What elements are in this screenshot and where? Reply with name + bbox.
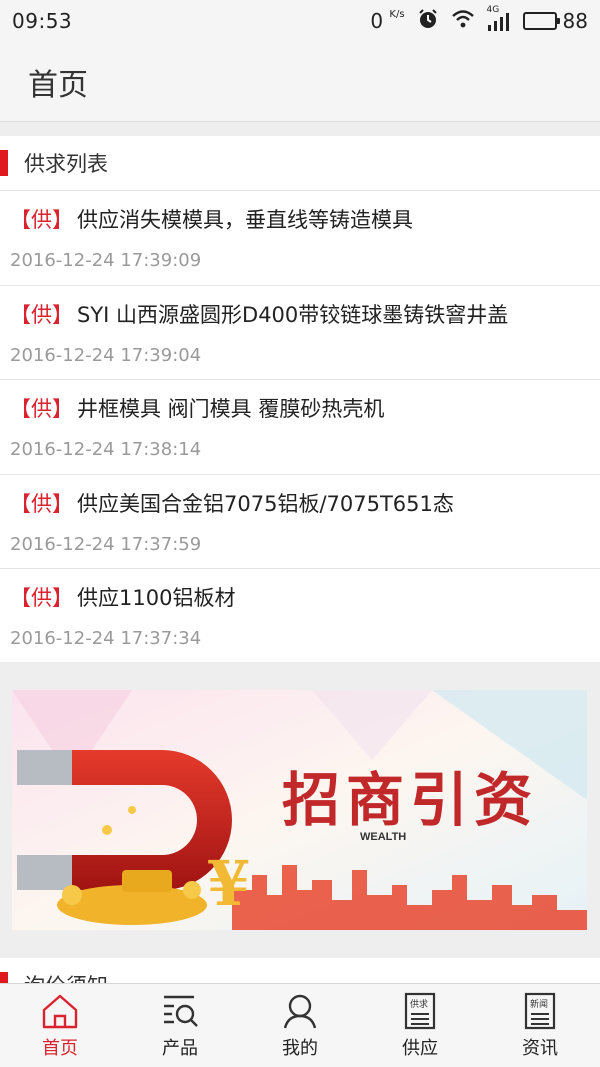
list-item-text: 供应美国合金铝7075铝板/7075T651态 xyxy=(77,491,454,516)
section-accent-bar xyxy=(0,150,8,176)
tab-news[interactable]: 新闻 资讯 xyxy=(480,984,600,1067)
battery-body xyxy=(522,12,560,30)
page-title: 首页 xyxy=(28,67,88,103)
supply-section-header: 供求列表 xyxy=(0,136,600,190)
product-search-icon xyxy=(160,992,200,1030)
list-item-title: 【供】 井框模具 阀门模具 覆膜砂热壳机 xyxy=(10,393,590,423)
user-icon xyxy=(280,992,320,1030)
tab-home[interactable]: 首页 xyxy=(0,984,120,1067)
tab-profile[interactable]: 我的 xyxy=(240,984,360,1067)
tab-products-label: 产品 xyxy=(162,1037,198,1059)
news-doc-icon: 新闻 xyxy=(523,992,557,1030)
supply-tag: 【供】 xyxy=(10,491,73,516)
status-bar: 09:53 0 K/s 4G 88 xyxy=(0,0,600,42)
tab-news-label: 资讯 xyxy=(522,1037,558,1059)
list-item-text: 供应1100铝板材 xyxy=(77,586,236,611)
bottom-tab-bar: 首页 产品 我的 供求 供应 新闻 资讯 xyxy=(0,983,600,1067)
list-item-text: 供应消失模模具，垂直线等铸造模具 xyxy=(77,208,413,233)
list-item-title: 【供】 SYI 山西源盛圆形D400带铰链球墨铸铁窨井盖 xyxy=(10,299,590,329)
battery-icon: 88 xyxy=(522,9,588,33)
list-item-time: 2016-12-24 17:39:04 xyxy=(10,344,202,366)
network-type: 4G xyxy=(486,5,500,15)
list-item[interactable]: 【供】 供应消失模模具，垂直线等铸造模具 2016-12-24 17:39:09 xyxy=(0,190,600,285)
list-item-title: 【供】 供应消失模模具，垂直线等铸造模具 xyxy=(10,204,590,234)
list-item-text: 井框模具 阀门模具 覆膜砂热壳机 xyxy=(77,397,385,422)
supply-doc-icon: 供求 xyxy=(403,992,437,1030)
banner-brand: WEALTH xyxy=(360,831,406,843)
list-item-title: 【供】 供应1100铝板材 xyxy=(10,582,590,612)
promo-banner[interactable]: ¥ 招商引资 WEALTH xyxy=(12,690,587,930)
supply-doc-icon-text: 供求 xyxy=(410,999,429,1010)
wifi-icon xyxy=(451,9,475,34)
currency-symbol: ¥ xyxy=(207,847,250,920)
list-item[interactable]: 【供】 供应美国合金铝7075铝板/7075T651态 2016-12-24 17… xyxy=(0,473,600,569)
list-item-time: 2016-12-24 17:39:09 xyxy=(10,250,202,272)
list-item-title: 【供】 供应美国合金铝7075铝板/7075T651态 xyxy=(10,488,590,518)
alarm-clock-icon xyxy=(417,8,439,35)
net-speed: 0 K/s xyxy=(370,9,404,33)
list-item-time: 2016-12-24 17:37:59 xyxy=(10,533,202,555)
list-item[interactable]: 【供】 井框模具 阀门模具 覆膜砂热壳机 2016-12-24 17:38:14 xyxy=(0,379,600,474)
status-time: 09:53 xyxy=(12,9,73,33)
banner-headline: 招商引资 xyxy=(282,766,538,834)
net-speed-value: 0 xyxy=(370,9,384,33)
list-item-text: SYI 山西源盛圆形D400带铰链球墨铸铁窨井盖 xyxy=(77,302,509,327)
supply-section-title: 供求列表 xyxy=(24,152,108,176)
news-doc-icon-text: 新闻 xyxy=(530,999,549,1010)
tab-products[interactable]: 产品 xyxy=(120,984,240,1067)
supply-tag: 【供】 xyxy=(10,397,73,422)
net-speed-unit: K/s xyxy=(389,9,405,20)
banner-art: ¥ 招商引资 WEALTH xyxy=(12,690,587,930)
list-item-time: 2016-12-24 17:38:14 xyxy=(10,439,202,461)
status-icons: 0 K/s 4G 88 xyxy=(370,5,588,35)
tab-home-label: 首页 xyxy=(42,1037,78,1059)
home-icon xyxy=(40,992,80,1030)
battery-percent: 88 xyxy=(562,9,588,33)
list-item-time: 2016-12-24 17:37:34 xyxy=(10,628,202,650)
list-item[interactable]: 【供】 SYI 山西源盛圆形D400带铰链球墨铸铁窨井盖 2016-12-24 1… xyxy=(0,284,600,380)
supply-tag: 【供】 xyxy=(10,302,73,327)
supply-list-card: 供求列表 【供】 供应消失模模具，垂直线等铸造模具 2016-12-24 17:3… xyxy=(0,136,600,662)
tab-supply-label: 供应 xyxy=(402,1037,438,1059)
tab-profile-label: 我的 xyxy=(282,1037,318,1059)
supply-tag: 【供】 xyxy=(10,208,73,233)
tab-supply[interactable]: 供求 供应 xyxy=(360,984,480,1067)
list-item[interactable]: 【供】 供应1100铝板材 2016-12-24 17:37:34 xyxy=(0,568,600,663)
signal-icon: 4G xyxy=(487,5,511,31)
supply-tag: 【供】 xyxy=(10,586,73,611)
app-header: 首页 xyxy=(0,42,600,122)
